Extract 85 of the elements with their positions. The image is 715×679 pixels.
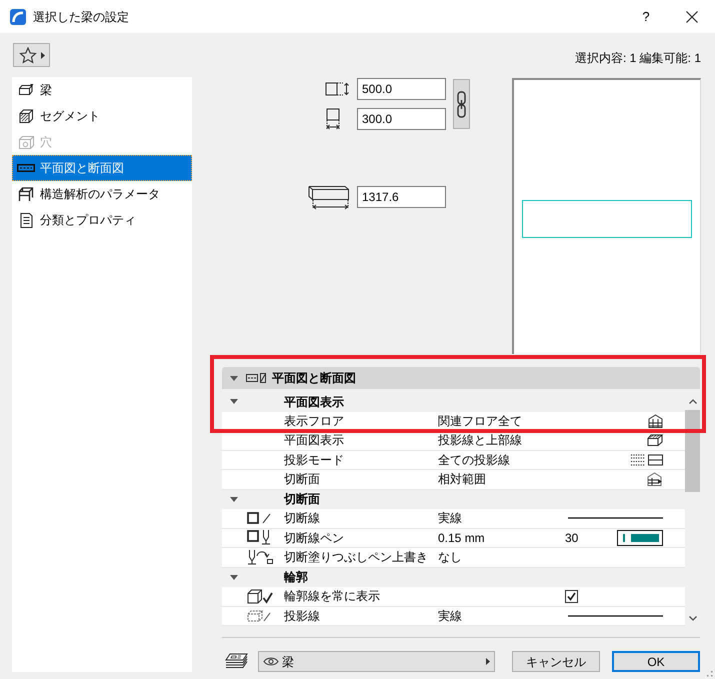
property-row[interactable]: 切断塗りつぶしペン上書き なし xyxy=(222,548,685,568)
property-value: 実線 xyxy=(438,610,462,622)
property-label: 切断線ペン xyxy=(284,532,345,544)
property-row[interactable]: 切断面 相対範囲 xyxy=(222,470,685,490)
property-row[interactable]: 輪郭線を常に表示 xyxy=(222,587,685,606)
projection-box-icon xyxy=(647,434,663,446)
checkbox[interactable] xyxy=(565,590,578,603)
selection-info: 選択内容: 1 編集可能: 1 xyxy=(574,50,701,67)
property-label: 平面図表示 xyxy=(284,434,345,446)
property-label: 輪郭線を常に表示 xyxy=(284,590,381,602)
property-row[interactable]: 投影モード 全ての投影線 xyxy=(222,450,685,470)
property-value: なし xyxy=(438,551,462,564)
property-label: 切断線 xyxy=(284,512,321,524)
help-button[interactable]: ? xyxy=(623,0,669,33)
expand-triangle-icon xyxy=(230,496,238,502)
cube-check-icon xyxy=(247,588,273,604)
layer-dropdown[interactable]: 梁 xyxy=(258,651,495,672)
section-icon xyxy=(17,163,35,173)
pen-number: 30 xyxy=(565,532,578,544)
height-dimension-icon xyxy=(325,82,350,96)
scroll-up-icon[interactable] xyxy=(688,398,696,404)
property-row[interactable]: 平面図表示 投影線と上部線 xyxy=(222,431,685,450)
property-value: 相対範囲 xyxy=(438,473,486,486)
length-field[interactable]: 1317.6 xyxy=(357,186,446,208)
beam-length-icon xyxy=(308,183,350,210)
expand-triangle-icon xyxy=(230,399,238,404)
star-icon xyxy=(19,46,37,64)
floor-section-icon xyxy=(647,472,663,486)
caret-icon xyxy=(486,658,490,665)
sidebar-item[interactable]: 平面図と断面図 xyxy=(12,155,192,181)
dialog-button[interactable]: キャンセル xyxy=(512,651,600,672)
collapse-triangle-icon xyxy=(230,376,238,380)
panel-header[interactable]: 平面図と断面図 xyxy=(222,367,700,389)
property-label: 表示フロア xyxy=(284,414,345,427)
cube-icon xyxy=(18,108,34,124)
close-icon xyxy=(686,10,698,22)
chain-link-icon xyxy=(457,90,466,118)
square-pen-icon xyxy=(247,530,271,546)
property-label: 切断面 xyxy=(284,473,321,486)
property-row[interactable]: 投影線 実線 xyxy=(222,606,685,626)
dashed-solid-lines-icon xyxy=(631,454,663,466)
document-icon xyxy=(20,212,32,228)
property-value: 0.15 mm xyxy=(438,532,485,544)
property-value: 全ての投影線 xyxy=(438,454,510,466)
beam-icon xyxy=(18,83,34,97)
eye-icon xyxy=(263,657,279,666)
width-dimension-icon xyxy=(326,108,340,130)
dialog-button[interactable]: OK xyxy=(612,651,700,672)
width-field[interactable]: 300.0 xyxy=(357,108,446,130)
hatched-box-slash-icon xyxy=(247,610,271,622)
link-button[interactable] xyxy=(453,79,470,129)
property-row[interactable]: 切断線ペン 0.15 mm 30 xyxy=(222,528,685,548)
property-value: 関連フロア全て xyxy=(438,414,522,427)
app-logo-icon xyxy=(10,8,26,24)
layer-name: 梁 xyxy=(282,654,294,670)
sidebar-item[interactable]: 分類とプロパティ xyxy=(12,207,192,233)
floor-stack-icon xyxy=(648,414,663,428)
sidebar-item[interactable]: 構造解析のパラメータ xyxy=(12,181,192,207)
property-value: 投影線と上部線 xyxy=(438,434,522,446)
sidebar-item[interactable]: セグメント xyxy=(12,103,192,129)
solid-line-icon xyxy=(568,614,663,617)
caret-icon xyxy=(41,52,45,58)
plan-section-icon xyxy=(246,373,266,383)
favorites-button[interactable] xyxy=(13,43,50,67)
checkmark-icon xyxy=(567,592,576,601)
pen-arrow-icon xyxy=(247,550,274,565)
scroll-thumb[interactable] xyxy=(685,410,700,492)
height-field[interactable]: 500.0 xyxy=(357,78,446,100)
sidebar-item[interactable]: 梁 xyxy=(12,77,192,103)
square-slash-icon xyxy=(247,512,271,524)
solid-line-icon xyxy=(568,517,663,520)
frame-icon xyxy=(18,186,34,202)
expand-triangle-icon xyxy=(230,574,238,580)
pen-swatch-icon xyxy=(617,530,663,546)
layers-icon xyxy=(225,653,248,670)
resize-grip-icon[interactable] xyxy=(707,671,713,677)
scroll-down-icon[interactable] xyxy=(688,616,696,620)
property-label: 投影モード xyxy=(284,454,345,466)
panel-title: 平面図と断面図 xyxy=(272,370,356,387)
property-label: 投影線 xyxy=(284,610,321,622)
property-row[interactable]: 切断線 実線 xyxy=(222,509,685,528)
window-title: 選択した梁の設定 xyxy=(33,8,129,26)
hole-icon xyxy=(18,134,34,150)
property-value: 実線 xyxy=(438,512,462,524)
property-label: 切断塗りつぶしペン上書き xyxy=(284,551,429,564)
